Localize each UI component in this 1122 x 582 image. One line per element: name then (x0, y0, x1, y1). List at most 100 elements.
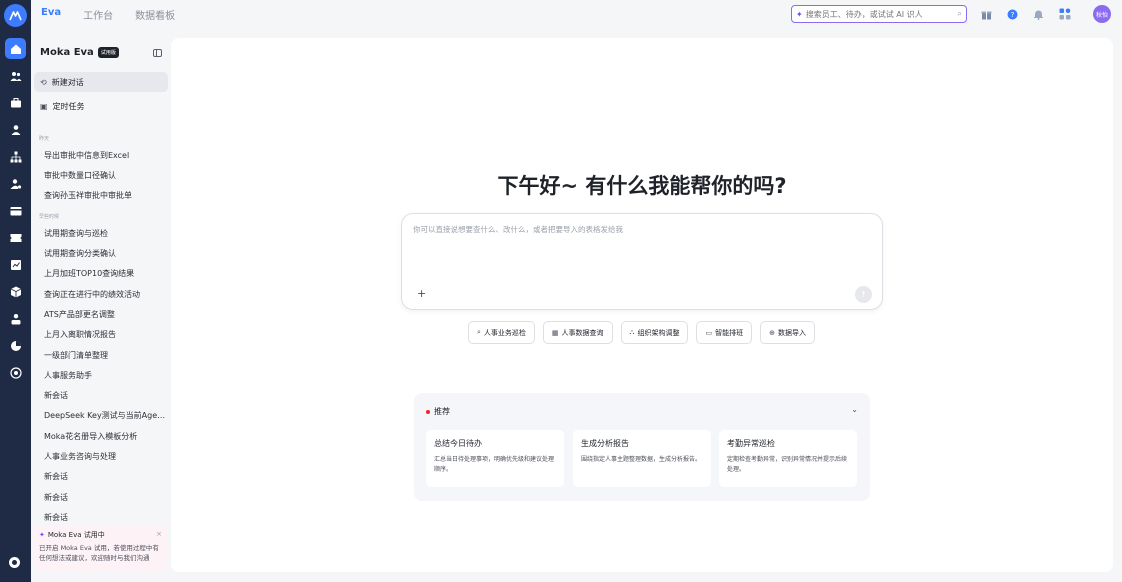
list-item[interactable]: 试用期查询与巡检 (44, 228, 166, 239)
card-title: 生成分析报告 (581, 439, 629, 448)
scheduled-tasks-button[interactable]: ▣ 定时任务 (34, 96, 168, 116)
list-item[interactable]: 一级部门清单整理 (44, 350, 166, 361)
close-icon[interactable]: × (156, 530, 162, 538)
trial-notice-title: ✦ Moka Eva 试用中 (39, 530, 163, 540)
recommend-card-attendance[interactable]: 考勤异常巡检 定期检查考勤异常，识别异常情况并提示后续处理。 (719, 430, 857, 487)
collapse-sidebar-icon[interactable] (153, 49, 162, 57)
gift-icon[interactable] (980, 8, 992, 20)
new-chat-icon: ⟲ (40, 77, 47, 87)
chip-hr-inspection[interactable]: ⌕ 人事业务巡检 (468, 321, 535, 344)
status-dot (426, 409, 430, 414)
global-search[interactable]: ✦ ⌕ (791, 5, 967, 23)
ai-agent-icon[interactable] (5, 362, 26, 383)
recommend-card-report[interactable]: 生成分析报告 围绕指定人事主题整理数据，生成分析报告。 (573, 430, 711, 487)
scheduled-tasks-label: 定时任务 (52, 101, 85, 111)
trial-title-text: Moka Eva 试用中 (47, 531, 105, 539)
tab-workbench[interactable]: 工作台 (83, 7, 113, 22)
list-item[interactable]: 人事服务助手 (44, 370, 166, 381)
bell-icon[interactable] (1032, 8, 1044, 20)
ai-sparkle-icon: ✦ (39, 531, 45, 539)
user-settings-icon[interactable] (5, 173, 26, 194)
list-item[interactable]: DeepSeek Key测试与当前Age… (44, 410, 166, 421)
card-desc: 定期检查考勤异常，识别异常情况并提示后续处理。 (727, 456, 848, 473)
chip-smart-schedule[interactable]: ▭ 智能排班 (696, 321, 753, 344)
recommend-header: 推荐 (426, 406, 450, 417)
list-item[interactable]: ATS产品部更名调整 (44, 309, 166, 320)
report-icon[interactable] (5, 254, 26, 275)
import-icon: ⊕ (769, 328, 775, 337)
tab-data-dashboard[interactable]: 数据看板 (135, 7, 175, 22)
icon-rail (0, 0, 31, 582)
ticket-icon[interactable] (5, 227, 26, 248)
person-icon[interactable] (5, 119, 26, 140)
list-item[interactable]: Moka花名册导入模板分析 (44, 431, 166, 442)
top-nav: Eva 工作台 数据看板 (41, 7, 175, 22)
list-item[interactable]: 新会话 (44, 471, 166, 482)
chevron-down-icon[interactable]: ⌄ (851, 405, 858, 414)
cube-icon[interactable] (5, 281, 26, 302)
org-chart-icon: ⛬ (629, 328, 635, 336)
search-input[interactable] (805, 9, 946, 19)
top-bar: Eva 工作台 数据看板 ✦ ⌕ ? 秋怡 (31, 0, 1122, 30)
card-title: 考勤异常巡检 (727, 439, 775, 448)
chip-label: 人事业务巡检 (483, 328, 526, 337)
people-icon[interactable] (5, 65, 26, 86)
card-desc: 围绕指定人事主题整理数据，生成分析报告。 (581, 456, 702, 463)
settings-icon[interactable] (9, 557, 20, 568)
greeting-heading: 下午好~ 有什么我能帮你的吗? (497, 174, 787, 198)
list-item[interactable]: 上月入离职情况报告 (44, 329, 166, 340)
list-item[interactable]: 审批中数量口径确认 (44, 170, 166, 181)
wallet-icon[interactable] (5, 200, 26, 221)
ai-sparkle-icon: ✦ (796, 9, 803, 19)
list-item[interactable]: 新会话 (44, 512, 166, 523)
chip-label: 数据导入 (777, 328, 806, 337)
tab-eva[interactable]: Eva (41, 7, 61, 22)
product-title: Moka Eva (40, 47, 94, 58)
table-icon: ▦ (551, 328, 559, 337)
new-chat-label: 新建对话 (51, 77, 84, 87)
main-panel: 下午好~ 有什么我能帮你的吗? + ↑ ⌕人事业务巡检 ▦人事数据查询 ⛬组织架… (171, 38, 1113, 572)
chip-org-adjust[interactable]: ⛬ 组织架构调整 (620, 321, 689, 344)
list-item[interactable]: 试用期查询分类确认 (44, 248, 166, 259)
moka-logo-icon[interactable] (4, 4, 27, 27)
list-item[interactable]: 查询孙玉祥审批中审批单 (44, 190, 166, 201)
chip-hr-data-query[interactable]: ▦ 人事数据查询 (542, 321, 613, 344)
apps-grid-icon[interactable] (1059, 8, 1071, 20)
list-item[interactable]: 导出审批中信息到Excel (44, 150, 166, 161)
trial-badge: 试用版 (97, 47, 119, 58)
conversation-sidebar: Moka Eva 试用版 ⟲ 新建对话 ▣ 定时任务 昨天 导出审批中信息到Ex… (31, 38, 171, 582)
org-chart-icon[interactable] (5, 146, 26, 167)
trial-notice: ✦ Moka Eva 试用中 × 已开启 Moka Eva 试用，若使用过程中有… (34, 525, 168, 571)
chat-input[interactable] (413, 224, 853, 274)
new-chat-button[interactable]: ⟲ 新建对话 (34, 72, 168, 92)
avatar[interactable]: 秋怡 (1093, 5, 1111, 23)
list-item[interactable]: 新会话 (44, 390, 166, 401)
pie-chart-icon[interactable] (5, 335, 26, 356)
chip-label: 人事数据查询 (561, 328, 604, 337)
svg-text:?: ? (1010, 11, 1014, 19)
card-title: 总结今日待办 (434, 439, 482, 448)
calendar-icon: ▣ (40, 101, 48, 111)
recommend-card-todo[interactable]: 总结今日待办 汇总当日待处理事项，明确优先级和建议处理顺序。 (426, 430, 564, 487)
list-item[interactable]: 上月加班TOP10查询结果 (44, 268, 166, 279)
search-icon[interactable]: ⌕ (958, 9, 962, 19)
quick-actions: ⌕ 人事业务巡检 ▦ 人事数据查询 ⛬ 组织架构调整 ▭ 智能排班 ⊕ 数据导入 (468, 321, 815, 344)
recommend-panel: 推荐 ⌄ 总结今日待办 汇总当日待处理事项，明确优先级和建议处理顺序。 生成分析… (414, 393, 870, 501)
list-item[interactable]: 人事业务咨询与处理 (44, 451, 166, 462)
send-button[interactable]: ↑ (855, 286, 872, 303)
employee-icon[interactable] (5, 308, 26, 329)
section-yesterday: 昨天 (39, 136, 50, 142)
list-item[interactable]: 查询正在进行中的绩效活动 (44, 289, 166, 300)
card-desc: 汇总当日待处理事项，明确优先级和建议处理顺序。 (434, 456, 555, 473)
sidebar-header: Moka Eva 试用版 (40, 47, 119, 58)
calendar-icon: ▭ (705, 328, 713, 337)
chat-composer: + ↑ (401, 213, 883, 310)
list-item[interactable]: 新会话 (44, 492, 166, 503)
briefcase-icon[interactable] (5, 92, 26, 113)
help-icon[interactable]: ? (1006, 8, 1018, 20)
chip-data-import[interactable]: ⊕ 数据导入 (760, 321, 815, 344)
home-icon[interactable] (5, 38, 26, 59)
recommend-title: 推荐 (434, 407, 450, 416)
trial-notice-text: 已开启 Moka Eva 试用，若使用过程中有任何想法或建议，欢迎随时与我们沟通 (39, 544, 159, 562)
attach-plus-icon[interactable]: + (417, 287, 426, 300)
